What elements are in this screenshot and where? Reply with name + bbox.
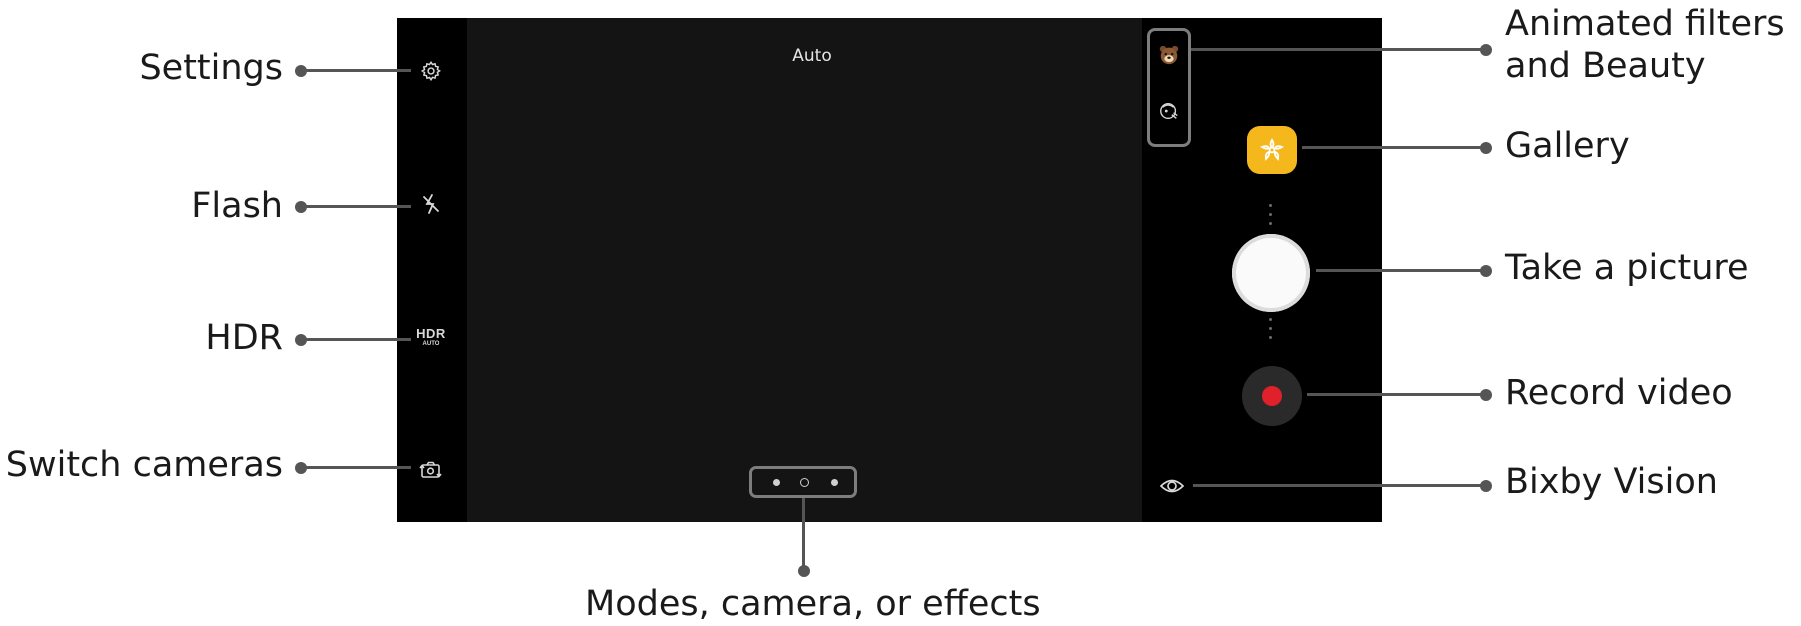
- leader-dot: [1480, 389, 1492, 401]
- zoom-indicator-bottom: [1268, 318, 1272, 339]
- callout-animated-filters-line1: Animated filters: [1505, 4, 1785, 44]
- hdr-icon-sublabel: AUTO: [422, 341, 440, 347]
- hdr-icon-label: HDR: [416, 326, 446, 341]
- leader-line: [301, 69, 411, 72]
- take-picture-button[interactable]: [1232, 234, 1310, 312]
- bear-face-icon[interactable]: [1157, 43, 1181, 67]
- callout-animated-filters: Animated filters and Beauty: [1505, 3, 1785, 87]
- leader-line: [1193, 484, 1483, 487]
- leader-dot: [798, 565, 810, 577]
- callout-flash: Flash: [191, 186, 283, 226]
- bixby-vision-eye-icon[interactable]: [1158, 474, 1186, 498]
- switch-camera-icon[interactable]: [418, 458, 444, 482]
- callout-take-picture: Take a picture: [1505, 248, 1749, 288]
- leader-dot: [1480, 44, 1492, 56]
- camera-viewfinder[interactable]: [467, 18, 1142, 522]
- callout-switch-cameras: Switch cameras: [5, 445, 283, 485]
- zoom-indicator-top: [1268, 204, 1272, 225]
- left-control-bar: [397, 18, 467, 522]
- gallery-button[interactable]: [1247, 126, 1297, 174]
- record-video-button[interactable]: [1242, 366, 1302, 426]
- leader-line: [1191, 48, 1483, 51]
- callout-modes: Modes, camera, or effects: [585, 584, 1041, 624]
- mode-label: Auto: [792, 46, 832, 66]
- leader-dot: [1480, 265, 1492, 277]
- leader-line: [1316, 269, 1483, 272]
- hdr-auto-icon[interactable]: HDR AUTO: [413, 324, 449, 350]
- leader-line: [301, 466, 411, 469]
- page-dot: [831, 479, 838, 486]
- leader-line: [301, 205, 411, 208]
- leader-line: [301, 338, 411, 341]
- beauty-face-icon[interactable]: [1157, 99, 1181, 123]
- callout-settings: Settings: [139, 48, 283, 88]
- page-dot-current: [800, 478, 809, 487]
- gallery-flower-icon: [1257, 135, 1287, 165]
- callout-animated-filters-line2: and Beauty: [1505, 46, 1706, 86]
- flash-off-icon[interactable]: [419, 192, 443, 216]
- leader-line: [1307, 393, 1483, 396]
- callout-gallery: Gallery: [1505, 126, 1630, 166]
- callout-bixby-vision: Bixby Vision: [1505, 462, 1718, 502]
- filters-beauty-group: [1147, 28, 1191, 147]
- record-icon: [1262, 386, 1282, 406]
- page-dot: [773, 479, 780, 486]
- leader-line: [1302, 146, 1483, 149]
- leader-dot: [1480, 480, 1492, 492]
- callout-hdr: HDR: [205, 318, 283, 358]
- gear-icon[interactable]: [419, 59, 443, 83]
- leader-line: [802, 498, 805, 568]
- leader-dot: [1480, 142, 1492, 154]
- callout-record-video: Record video: [1505, 373, 1733, 413]
- modes-pager[interactable]: [749, 466, 857, 498]
